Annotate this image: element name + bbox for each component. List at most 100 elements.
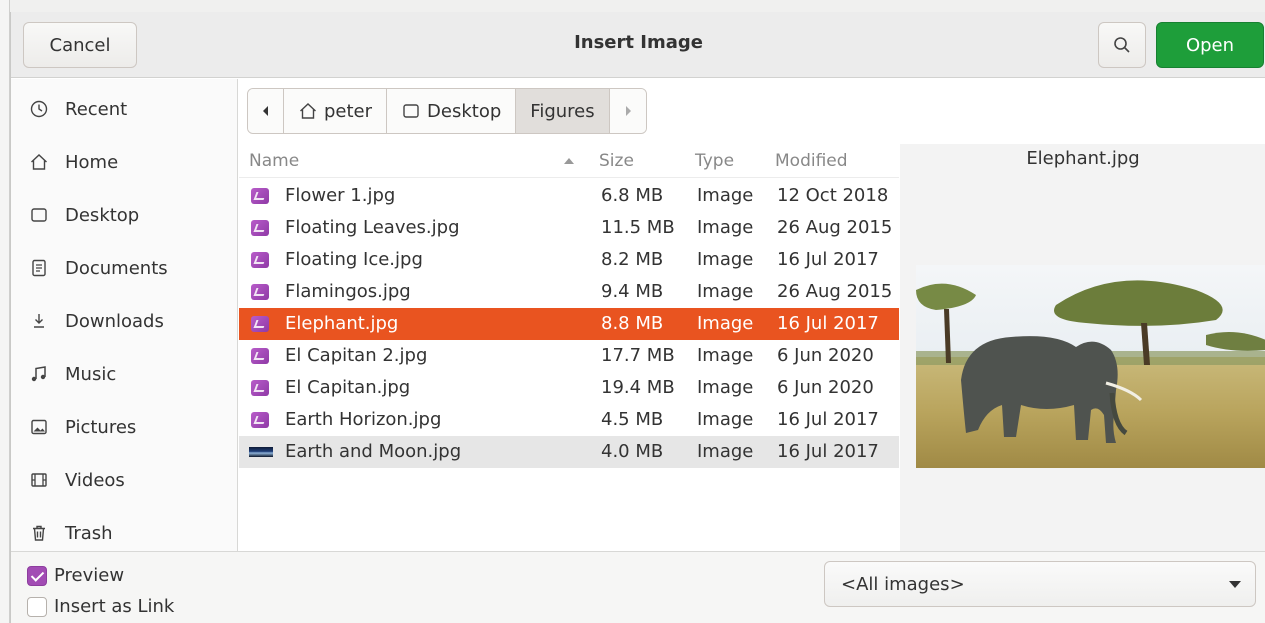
file-row[interactable]: El Capitan 2.jpg 17.7 MB Image 6 Jun 202… [239,340,899,372]
column-modified[interactable]: Modified [775,151,848,171]
file-size: 9.4 MB [601,281,664,302]
file-row[interactable]: Earth Horizon.jpg 4.5 MB Image 16 Jul 20… [239,404,899,436]
sidebar-item-label: Downloads [65,310,164,332]
dialog-title: Insert Image [574,32,703,53]
image-file-icon [251,316,269,332]
path-segment-home[interactable]: peter [284,89,388,133]
file-name: Floating Leaves.jpg [285,217,460,238]
file-row-selected[interactable]: Elephant.jpg 8.8 MB Image 16 Jul 2017 [239,308,899,340]
file-size: 4.0 MB [601,441,664,462]
desktop-icon [27,203,51,227]
chevron-down-icon [1229,581,1241,588]
clock-icon [27,97,51,121]
sidebar-item-label: Music [65,363,117,385]
window-frame-left [0,0,10,623]
path-segment-label: Figures [530,100,595,122]
image-file-icon [251,380,269,396]
file-row[interactable]: El Capitan.jpg 19.4 MB Image 6 Jun 2020 [239,372,899,404]
file-name: El Capitan.jpg [285,377,411,398]
sidebar-item-desktop[interactable]: Desktop [11,190,238,240]
file-name: Earth and Moon.jpg [285,441,462,462]
preview-checkbox[interactable] [27,566,47,586]
file-size: 8.8 MB [601,313,664,334]
path-segment-label: Desktop [427,100,502,122]
music-icon [27,362,51,386]
dialog-header: Cancel Insert Image Open [11,12,1265,78]
path-segment-figures[interactable]: Figures [516,89,610,133]
file-modified: 6 Jun 2020 [777,377,874,398]
file-type: Image [697,409,754,430]
insert-as-link-checkbox[interactable] [27,597,47,617]
document-icon [27,256,51,280]
home-icon [300,103,316,119]
column-size[interactable]: Size [599,151,634,171]
insert-image-dialog: Cancel Insert Image Open Recent Home Des… [10,12,1265,623]
open-button[interactable]: Open [1156,22,1264,68]
file-modified: 26 Aug 2015 [777,281,893,302]
trash-icon [27,521,51,545]
file-modified: 16 Jul 2017 [777,313,879,334]
file-row[interactable]: Flamingos.jpg 9.4 MB Image 26 Aug 2015 [239,276,899,308]
file-modified: 16 Jul 2017 [777,409,879,430]
file-type: Image [697,345,754,366]
file-type-filter-select[interactable]: <All images> [824,561,1256,607]
chevron-right-icon [625,106,631,116]
image-file-icon [251,348,269,364]
sidebar-item-downloads[interactable]: Downloads [11,296,238,346]
file-size: 4.5 MB [601,409,664,430]
file-name: Flower 1.jpg [285,185,396,206]
path-segment-label: peter [324,100,373,122]
sidebar-item-recent[interactable]: Recent [11,84,238,134]
file-type: Image [697,313,754,334]
file-size: 11.5 MB [601,217,675,238]
file-row[interactable]: Earth and Moon.jpg 4.0 MB Image 16 Jul 2… [239,436,899,468]
desktop-icon [403,104,419,118]
image-file-icon [251,220,269,236]
sidebar-item-label: Videos [65,469,125,491]
file-size: 6.8 MB [601,185,664,206]
file-name: El Capitan 2.jpg [285,345,428,366]
image-file-icon [251,252,269,268]
download-icon [27,309,51,333]
sort-ascending-icon [564,158,574,164]
column-name[interactable]: Name [249,151,299,171]
video-icon [27,468,51,492]
file-row[interactable]: Floating Ice.jpg 8.2 MB Image 16 Jul 201… [239,244,899,276]
sidebar-item-home[interactable]: Home [11,137,238,187]
file-row[interactable]: Flower 1.jpg 6.8 MB Image 12 Oct 2018 [239,180,899,212]
file-list-header: Name Size Type Modified [239,144,899,178]
file-type: Image [697,217,754,238]
places-sidebar: Recent Home Desktop Documents Downloads [11,79,238,551]
path-forward-button[interactable] [609,89,646,133]
sidebar-item-videos[interactable]: Videos [11,455,238,505]
sidebar-item-label: Recent [65,98,128,120]
sidebar-item-pictures[interactable]: Pictures [11,402,238,452]
file-size: 17.7 MB [601,345,675,366]
image-file-icon [251,412,269,428]
search-button[interactable] [1098,22,1146,68]
sidebar-item-label: Documents [65,257,168,279]
path-back-button[interactable] [248,89,284,133]
file-modified: 6 Jun 2020 [777,345,874,366]
file-type: Image [697,185,754,206]
column-type[interactable]: Type [695,151,734,171]
preview-image [916,265,1265,468]
preview-pane: Elephant.jpg [900,144,1265,551]
file-size: 19.4 MB [601,377,675,398]
sidebar-item-label: Pictures [65,416,137,438]
path-segment-desktop[interactable]: Desktop [387,89,517,133]
insert-as-link-label: Insert as Link [54,596,175,617]
preview-checkbox-label: Preview [54,565,125,586]
sidebar-item-music[interactable]: Music [11,349,238,399]
file-modified: 16 Jul 2017 [777,249,879,270]
sidebar-item-label: Desktop [65,204,140,226]
file-type: Image [697,377,754,398]
file-row[interactable]: Floating Leaves.jpg 11.5 MB Image 26 Aug… [239,212,899,244]
file-type-filter-value: <All images> [841,574,965,595]
file-modified: 26 Aug 2015 [777,217,893,238]
sidebar-item-documents[interactable]: Documents [11,243,238,293]
preview-filename: Elephant.jpg [1026,148,1140,169]
image-thumbnail-icon [249,447,273,457]
chevron-left-icon [262,106,268,116]
file-name: Earth Horizon.jpg [285,409,442,430]
